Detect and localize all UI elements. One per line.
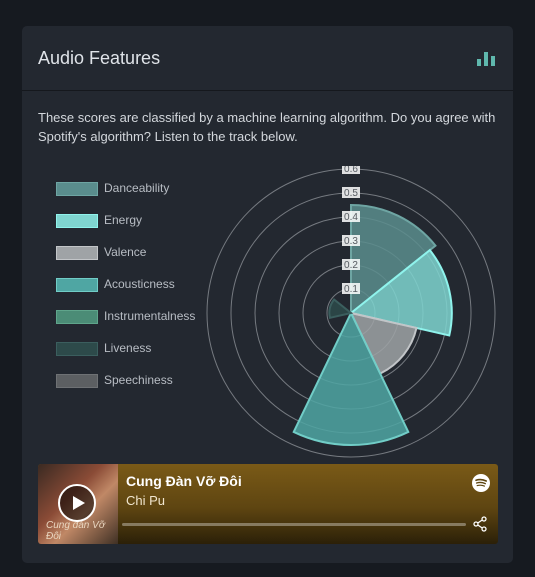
legend-swatch	[56, 182, 98, 196]
progress-bar[interactable]	[122, 523, 466, 526]
polar-area-chart: 0.1 0.2 0.3 0.4 0.5 0.6	[206, 166, 496, 458]
tick-label: 0.6	[344, 166, 358, 175]
card-title: Audio Features	[38, 48, 161, 68]
legend-swatch	[56, 246, 98, 260]
legend-label: Speechiness	[104, 373, 173, 387]
legend-label: Energy	[104, 213, 143, 227]
legend-label: Instrumentalness	[104, 309, 196, 323]
track-artist[interactable]: Chi Pu	[126, 493, 165, 508]
tick-label: 0.1	[344, 284, 358, 295]
legend-label: Danceability	[104, 181, 170, 195]
sector-liveness	[328, 298, 354, 320]
card-header: Audio Features	[22, 26, 513, 91]
album-art: Cung đàn Vỡ Đôi	[38, 464, 118, 544]
legend-swatch	[56, 342, 98, 356]
audio-features-card: Audio Features These scores are classifi…	[22, 26, 513, 563]
tick-label: 0.2	[344, 260, 358, 271]
legend-swatch	[56, 278, 98, 292]
description-text: These scores are classified by a machine…	[38, 110, 496, 144]
legend-label: Valence	[104, 245, 147, 259]
legend-swatch	[56, 310, 98, 324]
track-title[interactable]: Cung Đàn Vỡ Đôi	[126, 473, 242, 489]
tick-label: 0.3	[344, 236, 358, 247]
play-icon	[73, 496, 85, 510]
spotify-player: Cung đàn Vỡ Đôi Cung Đàn Vỡ Đôi Chi Pu	[38, 464, 498, 544]
spotify-icon[interactable]	[472, 474, 490, 492]
legend-swatch	[56, 214, 98, 228]
album-art-text: Cung đàn Vỡ Đôi	[46, 520, 105, 542]
play-button[interactable]	[58, 484, 96, 522]
tick-label: 0.4	[344, 212, 358, 223]
legend-label: Acousticness	[104, 277, 175, 291]
share-icon[interactable]	[472, 516, 488, 532]
tick-label: 0.5	[344, 188, 358, 199]
legend-label: Liveness	[104, 341, 152, 355]
legend-swatch	[56, 374, 98, 388]
bar-chart-icon	[477, 52, 495, 66]
